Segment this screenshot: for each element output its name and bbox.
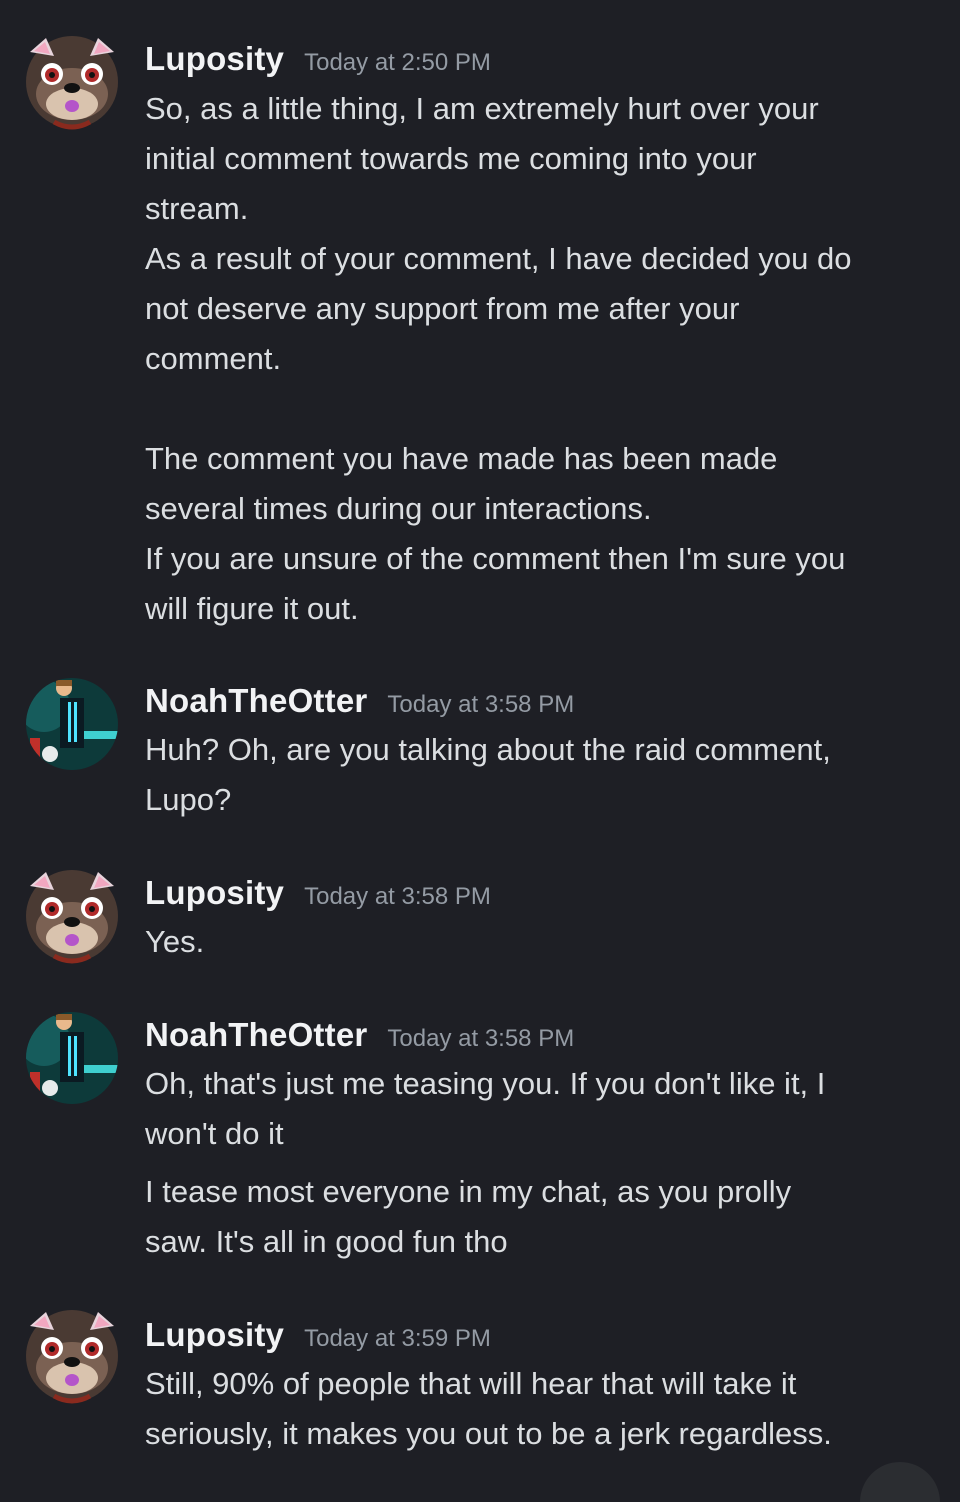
username[interactable]: NoahTheOtter (145, 1016, 367, 1054)
username[interactable]: Luposity (145, 40, 284, 78)
username[interactable]: NoahTheOtter (145, 682, 367, 720)
timestamp: Today at 3:58 PM (387, 1025, 575, 1052)
message-text: stream. (145, 191, 249, 226)
message-text: initial comment towards me coming into y… (145, 141, 757, 176)
message-text: So, as a little thing, I am extremely hu… (145, 91, 819, 126)
timestamp: Today at 3:59 PM (304, 1325, 491, 1352)
username[interactable]: Luposity (145, 874, 284, 912)
message-text: As a result of your comment, I have deci… (145, 241, 852, 276)
character-avatar-icon[interactable] (24, 676, 120, 772)
timestamp: Today at 3:58 PM (387, 691, 575, 718)
username[interactable]: Luposity (145, 1316, 284, 1354)
message-text: If you are unsure of the comment then I'… (145, 541, 846, 576)
message-text: won't do it (145, 1116, 284, 1151)
otter-avatar-icon[interactable] (24, 1308, 120, 1404)
message-text: Yes. (145, 924, 205, 959)
message-text: saw. It's all in good fun tho (145, 1224, 508, 1259)
scroll-button[interactable] (860, 1462, 940, 1502)
timestamp: Today at 3:58 PM (304, 883, 491, 910)
message-text: not deserve any support from me after yo… (145, 291, 740, 326)
otter-avatar-icon[interactable] (24, 34, 120, 130)
message-text: Still, 90% of people that will hear that… (145, 1366, 797, 1401)
message-text: several times during our interactions. (145, 491, 652, 526)
message-text: Lupo? (145, 782, 232, 817)
message-text: Huh? Oh, are you talking about the raid … (145, 732, 831, 767)
message-text: I tease most everyone in my chat, as you… (145, 1174, 792, 1209)
message-text: Oh, that's just me teasing you. If you d… (145, 1066, 826, 1101)
message-text: will figure it out. (145, 591, 359, 626)
message-text: comment. (145, 341, 282, 376)
chat-message-list: Luposity Today at 2:50 PM So, as a littl… (0, 0, 960, 1502)
character-avatar-icon[interactable] (24, 1010, 120, 1106)
message-text: seriously, it makes you out to be a jerk… (145, 1416, 832, 1451)
message-text: The comment you have made has been made (145, 441, 778, 476)
otter-avatar-icon[interactable] (24, 868, 120, 964)
timestamp: Today at 2:50 PM (304, 49, 491, 76)
